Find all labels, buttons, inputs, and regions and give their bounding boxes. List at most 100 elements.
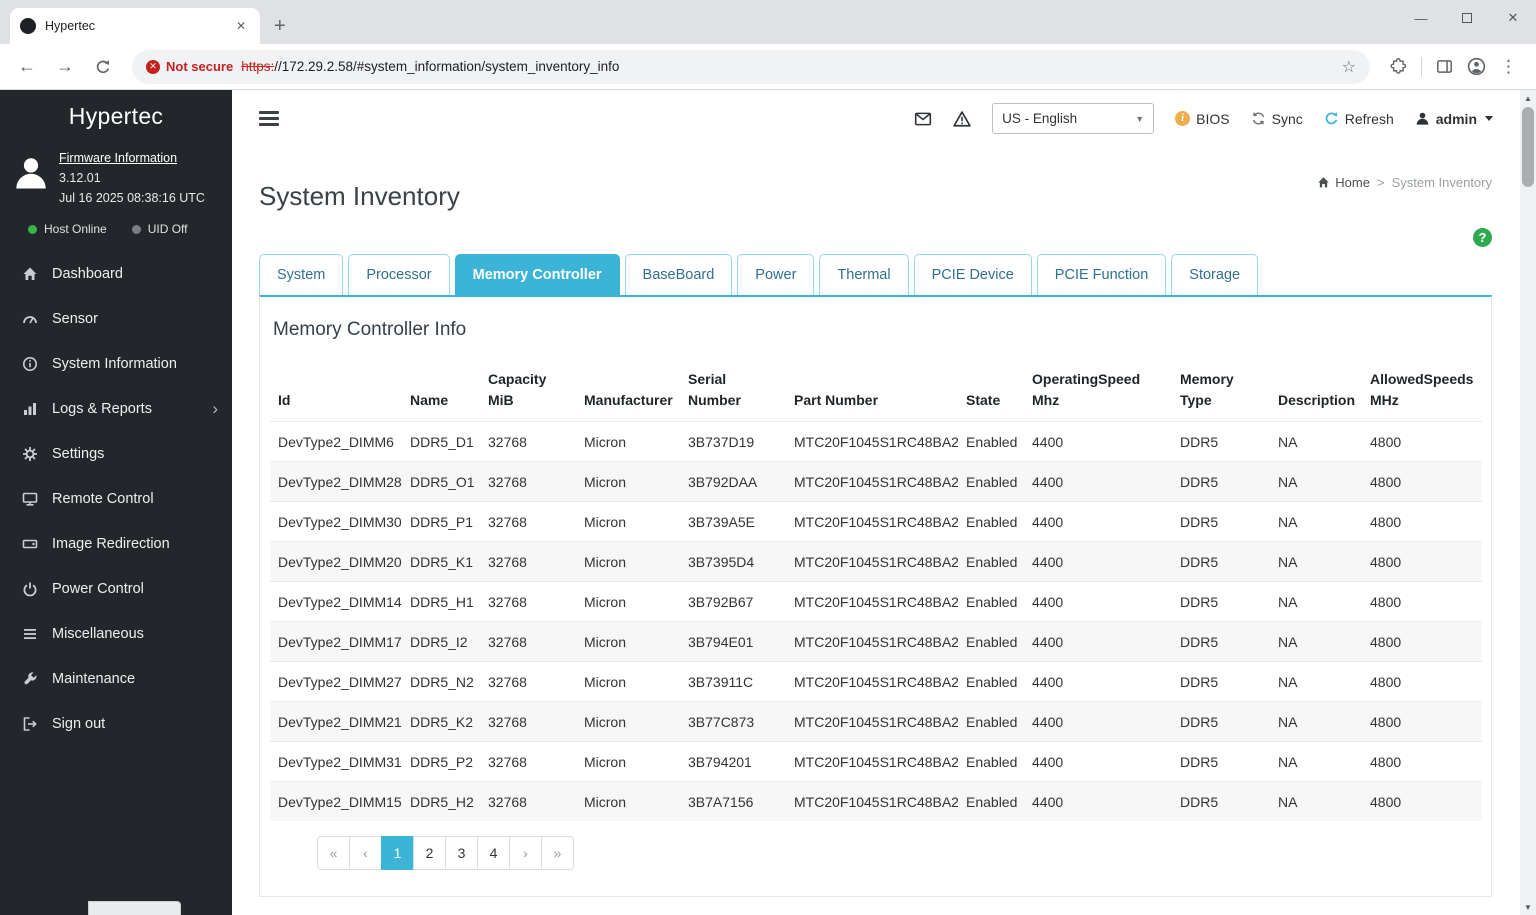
- back-button[interactable]: ←: [10, 50, 44, 84]
- firmware-information-link[interactable]: Firmware Information: [59, 151, 205, 165]
- sidebar-item-label: Image Redirection: [52, 536, 170, 552]
- bios-label: BIOS: [1196, 111, 1229, 127]
- table-cell: 3B794201: [680, 742, 786, 782]
- sidebar-item-logs-reports[interactable]: Logs & Reports ›: [0, 386, 232, 431]
- scroll-up-icon[interactable]: ▲: [1520, 90, 1536, 106]
- sidebar-item-dashboard[interactable]: Dashboard: [0, 251, 232, 296]
- browser-menu-icon[interactable]: ⋮: [1500, 57, 1518, 77]
- help-icon[interactable]: ?: [1473, 228, 1492, 247]
- page-button-nav[interactable]: ‹: [349, 836, 382, 870]
- page-button-3[interactable]: 3: [445, 836, 478, 870]
- sync-button[interactable]: Sync: [1251, 111, 1303, 127]
- table-cell: MTC20F1045S1RC48BA22: [786, 662, 958, 702]
- sidebar-item-sensor[interactable]: Sensor: [0, 296, 232, 341]
- sidebar-item-label: Maintenance: [52, 671, 135, 687]
- url-scheme: https:: [241, 59, 274, 74]
- power-icon: [21, 581, 39, 597]
- scrollbar-thumb[interactable]: [1522, 107, 1534, 187]
- refresh-button[interactable]: Refresh: [1324, 111, 1394, 127]
- sidebar-item-system-information[interactable]: System Information: [0, 341, 232, 386]
- tab-baseboard[interactable]: BaseBoard: [625, 254, 733, 295]
- hamburger-menu-icon[interactable]: [259, 111, 279, 126]
- profile-avatar-icon[interactable]: [1467, 57, 1486, 76]
- table-cell: 4800: [1362, 702, 1482, 742]
- table-cell: Micron: [576, 782, 680, 822]
- home-icon: [1317, 176, 1330, 189]
- sidebar-item-sign-out[interactable]: Sign out: [0, 701, 232, 746]
- table-cell: MTC20F1045S1RC48BA22: [786, 702, 958, 742]
- pagination: «‹1234›»: [317, 836, 574, 870]
- table-cell: MTC20F1045S1RC48BA22: [786, 542, 958, 582]
- table-row: DevType2_DIMM30DDR5_P132768Micron3B739A5…: [270, 502, 1482, 542]
- sidebar-item-remote-control[interactable]: Remote Control: [0, 476, 232, 521]
- gauge-icon: [21, 311, 39, 327]
- sidebar-item-image-redirection[interactable]: Image Redirection: [0, 521, 232, 566]
- table-cell: 4400: [1024, 742, 1172, 782]
- table-cell: Enabled: [958, 782, 1024, 822]
- tab-thermal[interactable]: Thermal: [819, 254, 908, 295]
- url-text[interactable]: https://172.29.2.58/#system_information/…: [241, 59, 619, 74]
- table-cell: NA: [1270, 422, 1362, 462]
- table-cell: 4800: [1362, 742, 1482, 782]
- table-cell: 32768: [480, 582, 576, 622]
- table-cell: DDR5_I2: [402, 622, 480, 662]
- tab-memory-controller[interactable]: Memory Controller: [455, 254, 620, 295]
- page-scrollbar[interactable]: ▲ ▼: [1520, 90, 1536, 915]
- tab-pcie-device[interactable]: PCIE Device: [914, 254, 1032, 295]
- page-button-1[interactable]: 1: [381, 836, 414, 870]
- reload-button[interactable]: [86, 50, 120, 84]
- breadcrumb-separator: >: [1377, 175, 1385, 190]
- sidebar-item-settings[interactable]: Settings: [0, 431, 232, 476]
- page-title: System Inventory: [259, 181, 460, 212]
- table-cell: DDR5: [1172, 622, 1270, 662]
- tab-close-icon[interactable]: ✕: [232, 17, 250, 35]
- tab-storage[interactable]: Storage: [1171, 254, 1258, 295]
- not-secure-chip[interactable]: ✕ Not secure: [146, 59, 233, 74]
- minimize-button[interactable]: —: [1398, 0, 1444, 36]
- maximize-button[interactable]: [1444, 0, 1490, 36]
- page-button-4[interactable]: 4: [477, 836, 510, 870]
- refresh-icon: [1324, 111, 1339, 126]
- reload-icon: [95, 59, 111, 75]
- table-cell: 4800: [1362, 782, 1482, 822]
- forward-button[interactable]: →: [48, 50, 82, 84]
- user-menu[interactable]: admin: [1415, 111, 1493, 127]
- new-tab-button[interactable]: +: [274, 16, 286, 36]
- table-cell: 32768: [480, 782, 576, 822]
- browser-tab[interactable]: Hypertec ✕: [10, 8, 260, 44]
- page-button-nav[interactable]: »: [541, 836, 574, 870]
- side-panel-icon[interactable]: [1436, 58, 1453, 75]
- alerts-warning-icon[interactable]: [953, 110, 971, 128]
- sidebar-item-power-control[interactable]: Power Control: [0, 566, 232, 611]
- sidebar-item-miscellaneous[interactable]: Miscellaneous: [0, 611, 232, 656]
- scroll-down-icon[interactable]: ▼: [1520, 899, 1536, 915]
- breadcrumb-home[interactable]: Home: [1317, 175, 1370, 190]
- table-row: DevType2_DIMM14DDR5_H132768Micron3B792B6…: [270, 582, 1482, 622]
- extensions-icon[interactable]: [1390, 58, 1407, 75]
- address-bar[interactable]: ✕ Not secure https://172.29.2.58/#system…: [132, 50, 1370, 84]
- firmware-text: Firmware Information 3.12.01 Jul 16 2025…: [59, 151, 205, 205]
- page-button-2[interactable]: 2: [413, 836, 446, 870]
- page-button-nav[interactable]: «: [317, 836, 350, 870]
- refresh-label: Refresh: [1345, 111, 1394, 127]
- tab-processor[interactable]: Processor: [348, 254, 449, 295]
- bookmark-star-icon[interactable]: ☆: [1342, 57, 1356, 77]
- close-button[interactable]: ✕: [1490, 0, 1536, 36]
- disk-icon: [21, 536, 39, 552]
- bios-button[interactable]: i BIOS: [1175, 111, 1229, 127]
- help-row: ?: [259, 228, 1492, 247]
- page-button-nav[interactable]: ›: [509, 836, 542, 870]
- language-select[interactable]: US - English ▼: [992, 103, 1154, 134]
- table-cell: 32768: [480, 502, 576, 542]
- table-cell: MTC20F1045S1RC48BA22: [786, 582, 958, 622]
- table-cell: NA: [1270, 582, 1362, 622]
- maximize-icon: [1462, 13, 1472, 23]
- chevron-right-icon: ›: [212, 400, 218, 417]
- tab-power[interactable]: Power: [737, 254, 814, 295]
- messages-icon[interactable]: [914, 110, 932, 128]
- table-cell: DDR5_P1: [402, 502, 480, 542]
- tab-system[interactable]: System: [259, 254, 343, 295]
- tab-pcie-function[interactable]: PCIE Function: [1037, 254, 1167, 295]
- sidebar-item-label: Logs & Reports: [52, 401, 152, 417]
- sidebar-item-maintenance[interactable]: Maintenance: [0, 656, 232, 701]
